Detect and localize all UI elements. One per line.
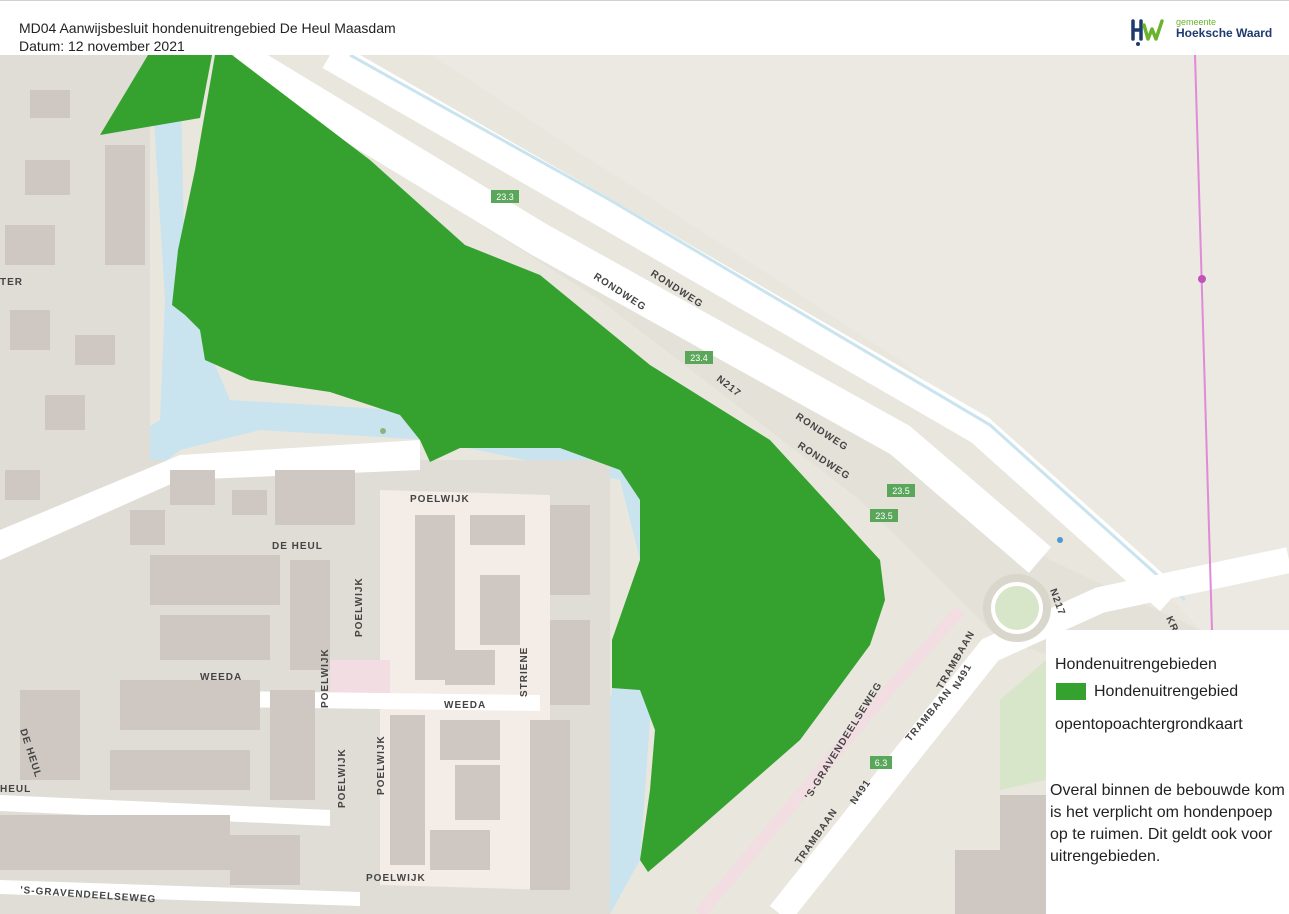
municipality-logo: gemeente Hoeksche Waard [1130,15,1280,47]
legend-title: Hondenuitrengebieden [1055,656,1217,673]
road-label-weeda-1: WEEDA [200,672,242,683]
road-label-striene: STRIENE [519,647,530,697]
map-date: Datum: 12 november 2021 [19,38,185,54]
road-label-poelwijk-2: POELWIJK [354,577,365,637]
road-label-poelwijk-3: POELWIJK [320,648,331,708]
logo-mark-icon [1131,19,1164,46]
route-label-1: 23.3 [496,192,514,202]
route-label-4: 23.5 [875,511,893,521]
legend-item-dog-area: Hondenuitrengebied [1094,683,1239,700]
tree-icon [380,428,386,434]
road-label-weeda-2: WEEDA [444,700,486,711]
map-title: MD04 Aanwijsbesluit hondenuitrengebied D… [19,20,396,36]
legend-note: Overal binnen de bebouwde kom is het ver… [1050,782,1285,865]
road-label-heul: HEUL [0,784,31,795]
map-header: MD04 Aanwijsbesluit hondenuitrengebied D… [0,0,1289,56]
road-label-poelwijk-4: POELWIJK [337,748,348,808]
map-legend: Hondenuitrengebieden Hondenuitrengebied … [1046,630,1289,914]
logo-name: Hoeksche Waard [1176,26,1273,40]
route-label-3: 23.5 [892,486,910,496]
roundabout-centre [995,586,1039,630]
road-label-poelwijk-5: POELWIJK [376,735,387,795]
route-label-2: 23.4 [690,353,708,363]
road-label-poelwijk-6: POELWIJK [366,873,426,884]
pylon-icon [1198,275,1206,283]
route-label-5: 6.3 [875,758,888,768]
road-label-ter: TER [0,277,23,288]
road-label-poelwijk-1: POELWIJK [410,494,470,505]
legend-swatch-dog-area [1056,683,1086,700]
road-label-de-heul-1: DE HEUL [272,541,323,552]
legend-basemap: opentopoachtergrondkaart [1055,716,1243,733]
direction-arrow-icon [1057,537,1063,543]
